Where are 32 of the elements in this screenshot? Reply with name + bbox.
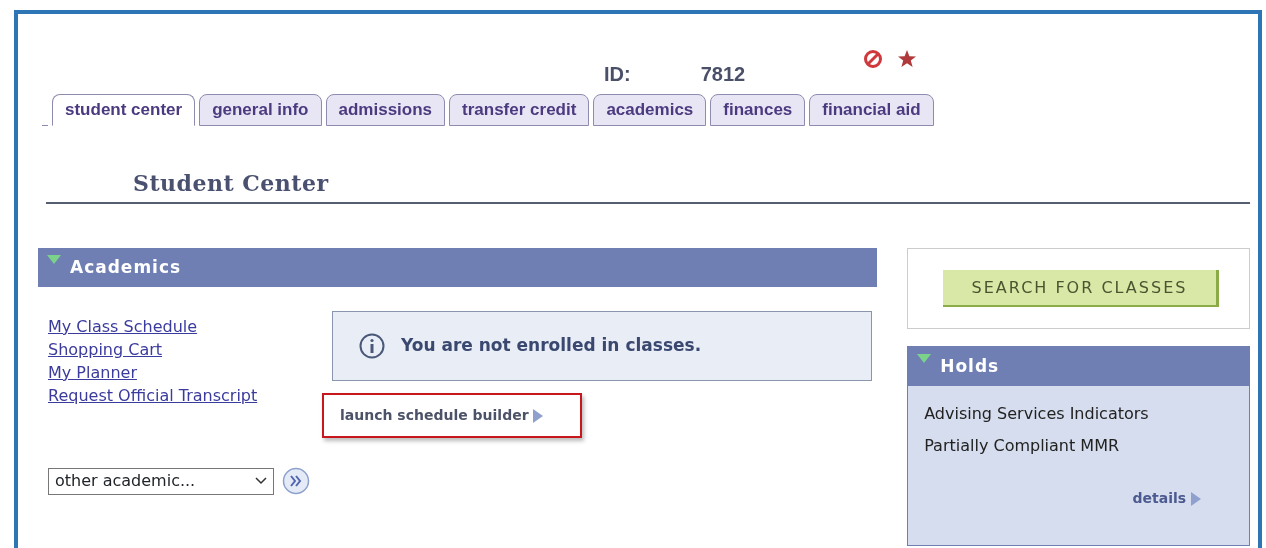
expanded-triangle-icon[interactable] — [46, 254, 62, 266]
tab[interactable]: financial aid — [809, 94, 934, 126]
play-arrow-icon — [533, 409, 544, 423]
go-button-icon[interactable] — [282, 467, 310, 495]
academic-link[interactable]: Shopping Cart — [48, 338, 322, 361]
tab[interactable]: student center — [52, 94, 196, 126]
academic-link[interactable]: Request Official Transcript — [48, 384, 322, 407]
play-arrow-icon — [1191, 492, 1201, 506]
tab[interactable]: finances — [710, 94, 806, 126]
info-icon — [359, 333, 385, 359]
expanded-triangle-icon[interactable] — [916, 353, 933, 365]
section-title: Holds — [940, 354, 1000, 378]
id-label: ID: — [604, 63, 631, 86]
tab[interactable]: academics — [593, 94, 707, 126]
tab[interactable]: general info — [199, 94, 322, 126]
star-icon — [897, 49, 918, 69]
tab[interactable]: admissions — [325, 94, 446, 126]
chevron-down-icon — [255, 477, 267, 485]
tab[interactable]: transfer credit — [449, 94, 590, 126]
details-link[interactable]: details — [1132, 488, 1201, 509]
no-entry-icon — [863, 49, 884, 69]
academic-link[interactable]: My Class Schedule — [48, 315, 322, 338]
page-title: Student Center — [133, 170, 330, 196]
hold-item: Partially Compliant MMR — [923, 435, 1121, 457]
id-value: 7812 — [700, 63, 746, 86]
search-classes-button[interactable]: SEARCH FOR CLASSES — [943, 270, 1219, 307]
message-text: You are not enrolled in classes. — [401, 334, 702, 358]
schedule-builder-link[interactable]: launch schedule builder — [340, 405, 544, 426]
academic-link[interactable]: My Planner — [48, 361, 322, 384]
hold-item: Advising Services Indicators — [923, 403, 1150, 425]
section-title: Academics — [70, 255, 182, 279]
academic-dropdown[interactable]: other academic... — [48, 467, 274, 495]
